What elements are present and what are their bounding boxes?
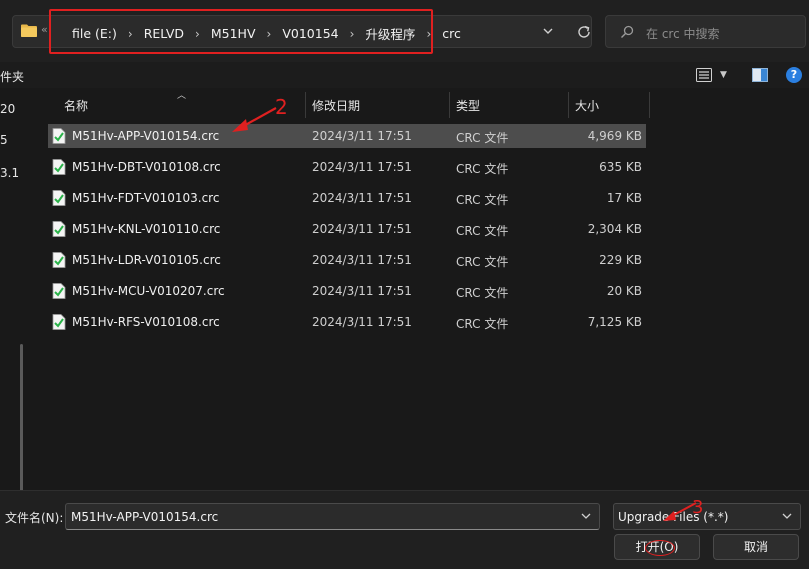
file-size: 4,969 KB bbox=[587, 129, 642, 143]
crc-file-icon bbox=[52, 221, 66, 237]
file-name[interactable]: M51Hv-LDR-V010105.crc bbox=[72, 253, 221, 267]
open-button-highlight bbox=[645, 540, 675, 556]
sort-ascending-icon: ︿ bbox=[177, 91, 187, 101]
file-name[interactable]: M51Hv-KNL-V010110.crc bbox=[72, 222, 220, 236]
column-divider[interactable] bbox=[449, 92, 450, 118]
column-header-name[interactable]: 名称 bbox=[64, 97, 88, 114]
file-size: 17 KB bbox=[606, 191, 642, 205]
crc-file-icon bbox=[52, 314, 66, 330]
file-date: 2024/3/11 17:51 bbox=[312, 284, 412, 298]
file-type: CRC 文件 bbox=[456, 131, 509, 145]
view-list-icon[interactable] bbox=[696, 68, 712, 82]
file-row[interactable]: M51Hv-MCU-V010207.crc 2024/3/11 17:51 CRC … bbox=[48, 279, 646, 303]
file-type-select[interactable]: Upgrade Files (*.*) bbox=[613, 503, 801, 530]
crc-file-icon bbox=[52, 159, 66, 175]
file-size: 20 KB bbox=[606, 284, 642, 298]
overflow-chevron[interactable]: « bbox=[41, 23, 48, 36]
file-date: 2024/3/11 17:51 bbox=[312, 253, 412, 267]
file-row[interactable]: M51Hv-LDR-V010105.crc 2024/3/11 17:51 CRC … bbox=[48, 248, 646, 272]
file-row[interactable]: M51Hv-KNL-V010110.crc 2024/3/11 17:51 CRC … bbox=[48, 217, 646, 241]
filename-field[interactable]: M51Hv-APP-V010154.crc bbox=[65, 503, 600, 530]
nav-pane-heading[interactable]: 件夹 bbox=[0, 68, 24, 85]
filename-label: 文件名(N): bbox=[5, 511, 64, 525]
nav-item[interactable]: 20 bbox=[0, 102, 15, 116]
file-date: 2024/3/11 17:51 bbox=[312, 315, 412, 329]
crc-file-icon bbox=[52, 190, 66, 206]
file-type: CRC 文件 bbox=[456, 224, 509, 238]
file-type: CRC 文件 bbox=[456, 255, 509, 269]
crc-file-icon bbox=[52, 252, 66, 268]
crc-file-icon bbox=[52, 128, 66, 144]
file-date: 2024/3/11 17:51 bbox=[312, 160, 412, 174]
column-header-size[interactable]: 大小 bbox=[575, 97, 599, 114]
search-input[interactable]: 在 crc 中搜索 bbox=[646, 25, 720, 42]
address-bar-row: « file (E:) › RELVD › M51HV › V010154 › … bbox=[0, 0, 809, 62]
chevron-down-icon[interactable] bbox=[782, 512, 792, 520]
file-date: 2024/3/11 17:51 bbox=[312, 222, 412, 236]
file-row[interactable]: M51Hv-APP-V010154.crc 2024/3/11 17:51 CRC … bbox=[48, 124, 646, 148]
crc-file-icon bbox=[52, 283, 66, 299]
annotation-arrow bbox=[663, 502, 697, 521]
search-box[interactable]: 在 crc 中搜索 bbox=[605, 15, 806, 48]
breadcrumb-highlight bbox=[49, 9, 433, 54]
file-size: 635 KB bbox=[599, 160, 642, 174]
preview-pane-icon[interactable] bbox=[752, 68, 768, 82]
file-size: 7,125 KB bbox=[587, 315, 642, 329]
annotation-arrow bbox=[232, 107, 277, 132]
file-row[interactable]: M51Hv-DBT-V010108.crc 2024/3/11 17:51 CRC … bbox=[48, 155, 646, 179]
file-name[interactable]: M51Hv-MCU-V010207.crc bbox=[72, 284, 225, 298]
file-type: CRC 文件 bbox=[456, 317, 509, 331]
cancel-button[interactable]: 取消 bbox=[713, 534, 799, 560]
file-name[interactable]: M51Hv-RFS-V010108.crc bbox=[72, 315, 220, 329]
filename-value[interactable]: M51Hv-APP-V010154.crc bbox=[71, 510, 218, 524]
file-name[interactable]: M51Hv-FDT-V010103.crc bbox=[72, 191, 219, 205]
toolbar: 件夹 ▼ ? bbox=[0, 62, 809, 88]
file-size: 229 KB bbox=[599, 253, 642, 267]
file-list: ︿ 名称 修改日期 类型 大小 M51Hv-APP-V010154.crc 202… bbox=[38, 88, 809, 490]
search-icon bbox=[621, 25, 634, 38]
chevron-down-icon[interactable] bbox=[541, 24, 555, 38]
nav-item[interactable]: 3.1 bbox=[0, 166, 19, 180]
help-icon[interactable]: ? bbox=[786, 67, 802, 83]
file-row[interactable]: M51Hv-RFS-V010108.crc 2024/3/11 17:51 CRC … bbox=[48, 310, 646, 334]
file-size: 2,304 KB bbox=[587, 222, 642, 236]
crumb-crc[interactable]: crc bbox=[442, 26, 461, 41]
file-type: CRC 文件 bbox=[456, 193, 509, 207]
file-name[interactable]: M51Hv-DBT-V010108.crc bbox=[72, 160, 221, 174]
nav-item[interactable]: 5 bbox=[0, 133, 8, 147]
file-type: CRC 文件 bbox=[456, 162, 509, 176]
file-date: 2024/3/11 17:51 bbox=[312, 129, 412, 143]
file-type: CRC 文件 bbox=[456, 286, 509, 300]
file-row[interactable]: M51Hv-FDT-V010103.crc 2024/3/11 17:51 CRC … bbox=[48, 186, 646, 210]
chevron-down-icon[interactable] bbox=[581, 512, 591, 520]
folder-icon bbox=[21, 24, 37, 37]
column-header-type[interactable]: 类型 bbox=[456, 97, 480, 114]
column-divider[interactable] bbox=[568, 92, 569, 118]
view-options-chevron[interactable]: ▼ bbox=[720, 70, 727, 80]
file-name[interactable]: M51Hv-APP-V010154.crc bbox=[72, 129, 219, 143]
file-date: 2024/3/11 17:51 bbox=[312, 191, 412, 205]
column-divider[interactable] bbox=[305, 92, 306, 118]
column-divider[interactable] bbox=[649, 92, 650, 118]
navigation-pane: 20 5 3.1 bbox=[0, 88, 28, 563]
refresh-icon[interactable] bbox=[576, 24, 592, 40]
column-header-date[interactable]: 修改日期 bbox=[312, 97, 360, 114]
